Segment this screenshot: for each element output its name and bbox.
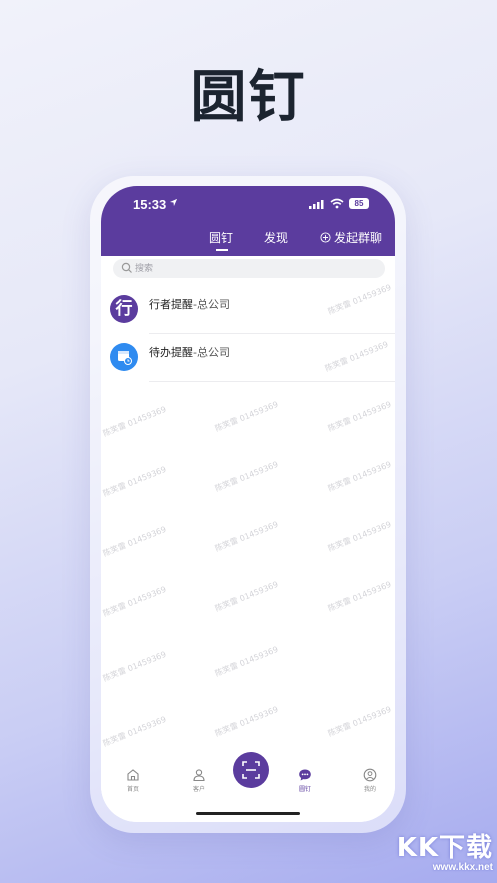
profile-icon bbox=[363, 768, 377, 782]
location-arrow-icon bbox=[169, 198, 178, 207]
nav-roundpin[interactable]: 圆钉 bbox=[285, 768, 325, 793]
nav-label: 我的 bbox=[363, 786, 376, 793]
tab-discover[interactable]: 发现 bbox=[264, 229, 288, 246]
nav-label: 客户 bbox=[192, 786, 205, 793]
conversation-title: 待办提醒-总公司 bbox=[149, 344, 230, 360]
conversation-org: -总公司 bbox=[193, 298, 230, 311]
scan-button[interactable] bbox=[233, 752, 269, 788]
site-logo: KK下载 www.kkx.net bbox=[373, 827, 493, 879]
watermark: 陈笑雷 01459369 bbox=[101, 584, 168, 619]
watermark: 陈笑雷 01459369 bbox=[213, 579, 280, 614]
wifi-icon bbox=[330, 198, 344, 209]
status-time: 15:33 bbox=[133, 197, 167, 212]
conversation-name: 行者提醒 bbox=[149, 298, 193, 311]
search-bar[interactable] bbox=[113, 259, 385, 278]
nav-label: 首页 bbox=[126, 786, 139, 793]
active-tab-indicator bbox=[216, 249, 228, 251]
watermark: 陈笑雷 01459369 bbox=[213, 644, 280, 679]
site-logo-text: KK下载 bbox=[396, 833, 493, 863]
new-group-button[interactable]: 发起群聊 bbox=[320, 229, 382, 246]
conversation-name: 待办提醒 bbox=[149, 346, 193, 359]
divider bbox=[149, 381, 395, 382]
watermark: 陈笑雷 01459369 bbox=[213, 459, 280, 494]
battery-indicator: 85 bbox=[349, 198, 369, 209]
site-logo-url: www.kkx.net bbox=[432, 862, 493, 873]
watermark: 陈笑雷 01459369 bbox=[101, 714, 168, 749]
app-screen: 15:33 85 圆钉 发现 发起群聊 搜索 行 行者提醒-总公司 待办提醒-总… bbox=[101, 186, 395, 822]
watermark: 陈笑雷 01459369 bbox=[326, 519, 393, 554]
nav-label: 圆钉 bbox=[298, 786, 311, 793]
watermark: 陈笑雷 01459369 bbox=[101, 464, 168, 499]
home-icon bbox=[127, 769, 139, 781]
avatar bbox=[110, 343, 138, 371]
watermark: 陈笑雷 01459369 bbox=[326, 459, 393, 494]
customer-icon bbox=[193, 769, 205, 782]
top-bar: 15:33 85 圆钉 发现 发起群聊 bbox=[101, 186, 395, 256]
watermark: 陈笑雷 01459369 bbox=[101, 649, 168, 684]
search-input[interactable] bbox=[135, 259, 375, 278]
watermark: 陈笑雷 01459369 bbox=[213, 399, 280, 434]
new-group-label: 发起群聊 bbox=[334, 231, 383, 245]
conversation-org: -总公司 bbox=[193, 346, 230, 359]
conversation-item[interactable]: 行 行者提醒-总公司 bbox=[101, 286, 395, 334]
plus-circle-icon bbox=[320, 232, 331, 243]
nav-home[interactable]: 首页 bbox=[113, 768, 153, 793]
watermark: 陈笑雷 01459369 bbox=[213, 704, 280, 739]
watermark: 陈笑雷 01459369 bbox=[101, 524, 168, 559]
conversation-title: 行者提醒-总公司 bbox=[149, 296, 230, 312]
todo-calendar-icon bbox=[118, 351, 132, 365]
nav-customer[interactable]: 客户 bbox=[179, 768, 219, 793]
watermark: 陈笑雷 01459369 bbox=[101, 404, 168, 439]
headline: 圆钉 bbox=[190, 65, 307, 130]
avatar: 行 bbox=[110, 295, 138, 323]
signal-icon bbox=[309, 200, 324, 209]
watermark: 陈笑雷 01459369 bbox=[213, 519, 280, 554]
tab-roundpin[interactable]: 圆钉 bbox=[209, 229, 233, 246]
watermark: 陈笑雷 01459369 bbox=[326, 704, 393, 739]
watermark: 陈笑雷 01459369 bbox=[326, 399, 393, 434]
watermark: 陈笑雷 01459369 bbox=[326, 579, 393, 614]
home-indicator bbox=[196, 812, 300, 815]
search-icon bbox=[121, 262, 132, 273]
chat-icon bbox=[299, 769, 311, 781]
scan-icon bbox=[242, 761, 260, 779]
nav-mine[interactable]: 我的 bbox=[350, 768, 390, 793]
